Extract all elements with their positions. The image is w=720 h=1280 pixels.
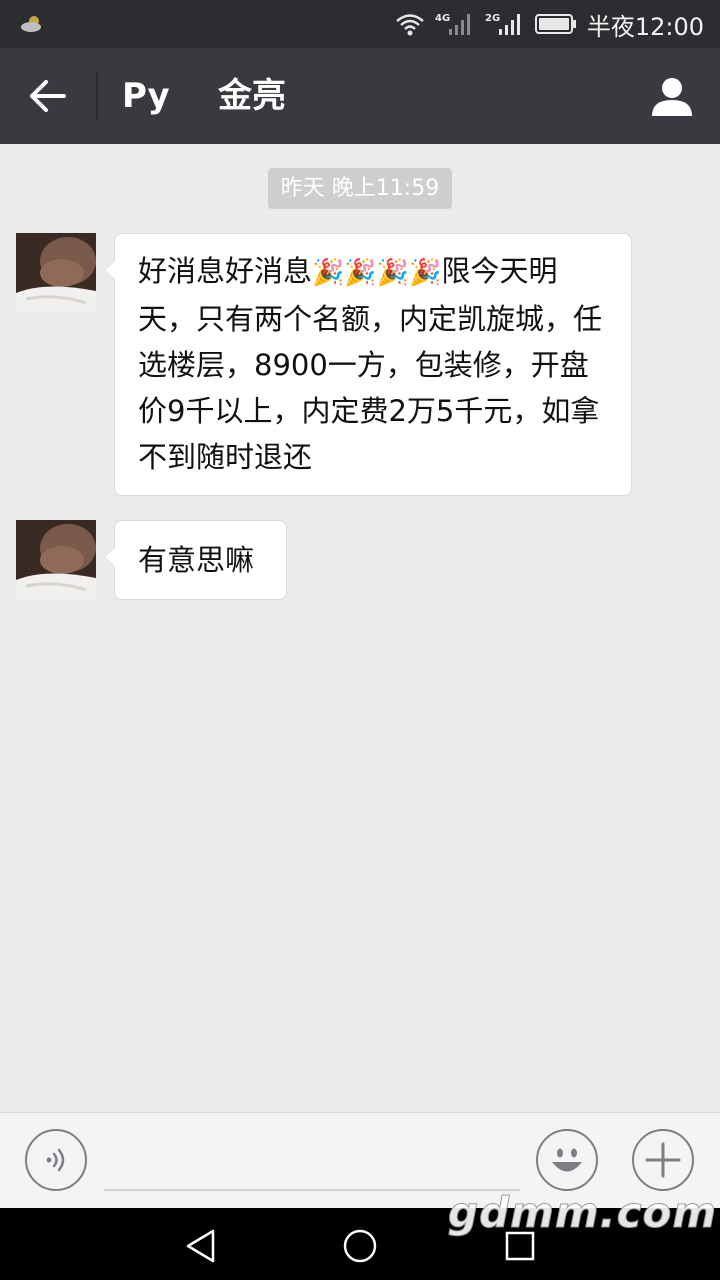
message-timestamp: 昨天 晚上11:59 [268,168,452,209]
profile-button[interactable] [648,72,696,120]
plus-icon [645,1142,681,1178]
message-list[interactable]: 昨天 晚上11:59 好消息好消息🎉🎉🎉🎉限今天明天，只有两个名额，内定凯旋城，… [0,144,720,1112]
signal-1-label: 4G [435,13,450,24]
status-time: 半夜12:00 [586,12,704,41]
emoji-button[interactable] [536,1129,598,1191]
party-popper-emoji: 🎉🎉🎉🎉 [312,258,442,288]
circle-home-icon [343,1229,377,1263]
arrow-left-icon [30,80,66,112]
header-divider [96,72,98,120]
nav-back-button[interactable] [180,1226,220,1266]
chat-header: Py 金亮 [0,48,720,144]
signal-icon-4g: 4G [435,13,470,35]
avatar-image [16,520,96,600]
square-recent-icon [505,1231,535,1261]
wifi-icon [396,14,424,36]
voice-button[interactable] [25,1129,87,1191]
chat-title-prefix: Py [122,76,170,116]
avatar-image [16,233,96,313]
battery-icon [534,14,576,34]
contact-avatar[interactable] [16,233,96,313]
signal-2-label: 2G [485,13,500,24]
message-text-part-1: 好消息好消息 [138,254,313,288]
smiley-icon [552,1148,582,1172]
status-bar: 4G 2G 半夜12:00 [0,0,720,48]
nav-home-button[interactable] [340,1226,380,1266]
triangle-back-icon [186,1229,215,1263]
message-input[interactable] [104,1143,520,1191]
nav-recent-button[interactable] [500,1226,540,1266]
contact-avatar[interactable] [16,520,96,600]
person-icon [652,78,692,116]
input-bar [0,1112,720,1208]
message-bubble[interactable]: 好消息好消息🎉🎉🎉🎉限今天明天，只有两个名额，内定凯旋城，任选楼层，8900一方… [104,233,632,496]
system-nav-bar [0,1208,720,1280]
cloud-icon [21,16,41,32]
message-text: 有意思嘛 [138,543,255,577]
chat-title-name: 金亮 [218,76,286,116]
status-icons: 4G 2G 半夜12:00 [395,0,704,48]
signal-icon-2g: 2G [485,13,520,35]
message-bubble[interactable]: 有意思嘛 [104,520,287,600]
back-button[interactable] [20,68,76,124]
voice-icon [46,1148,65,1172]
more-button[interactable] [632,1129,694,1191]
